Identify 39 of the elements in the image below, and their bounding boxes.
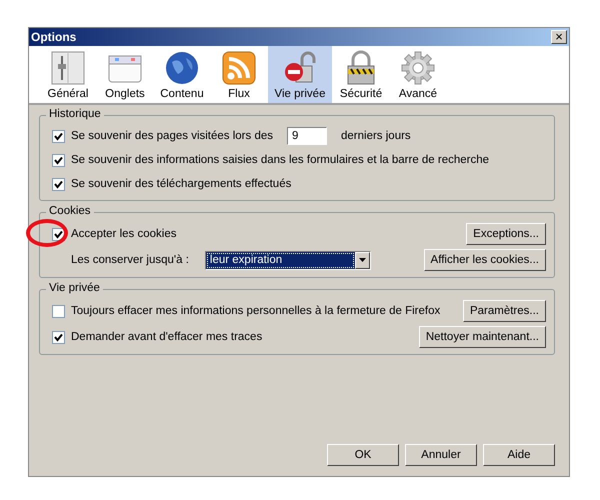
dropdown[interactable]: leur expiration xyxy=(204,250,371,270)
exceptions-button[interactable]: Exceptions... xyxy=(466,223,546,245)
toolbar-tab[interactable]: Flux xyxy=(211,46,267,103)
days-field[interactable]: 9 xyxy=(287,127,327,145)
checkbox-label: Se souvenir des pages visitées lors des xyxy=(71,130,273,142)
checkbox[interactable] xyxy=(52,178,65,190)
checkbox-label: Toujours effacer mes informations personnelles à la fermeture de Firefox xyxy=(71,305,440,317)
caret-icon xyxy=(358,258,366,262)
gear-icon xyxy=(400,50,436,86)
toolbar-tab[interactable]: Sécurité xyxy=(333,46,389,103)
toolbar-tab[interactable]: Onglets xyxy=(97,46,153,103)
group-title: Historique xyxy=(46,108,104,120)
checkbox-label: Se souvenir des informations saisies dans les formulaires et la barre de recherche xyxy=(71,154,490,166)
checkbox[interactable] xyxy=(52,154,65,166)
close-button[interactable]: × xyxy=(551,30,567,44)
checkbox[interactable] xyxy=(52,304,65,318)
sliders-icon xyxy=(50,50,86,86)
window-title: Options xyxy=(31,30,76,44)
checkbox-label: Demander avant d'effacer mes traces xyxy=(71,331,262,343)
checkbox-label: Se souvenir des téléchargements effectués xyxy=(71,178,292,190)
feed-icon xyxy=(221,50,257,86)
dialog-button[interactable]: Annuler xyxy=(405,444,477,466)
settings-button[interactable]: Nettoyer maintenant... xyxy=(418,326,546,348)
dialog-button[interactable]: Aide xyxy=(483,444,555,466)
show-cookies-button[interactable]: Afficher les cookies... xyxy=(424,249,546,271)
toolbar-tab[interactable]: Général xyxy=(40,46,96,103)
toolbar-tab[interactable]: Vie privée xyxy=(268,46,332,103)
settings-button[interactable]: Paramètres... xyxy=(462,300,546,322)
checkbox-label: Accepter les cookies xyxy=(71,228,176,240)
toolbar-tab[interactable]: Contenu xyxy=(154,46,210,103)
checkbox[interactable] xyxy=(52,330,65,344)
checkbox[interactable] xyxy=(52,130,65,142)
dialog-button[interactable]: OK xyxy=(327,444,399,466)
globe-icon xyxy=(164,50,200,86)
field-suffix: derniers jours xyxy=(341,130,411,142)
group-title: Cookies xyxy=(46,205,94,217)
dropdown-label: Les conserver jusqu'à : xyxy=(71,254,189,266)
toolbar-tab[interactable]: Avancé xyxy=(390,46,446,103)
group-title: Vie privée xyxy=(46,282,103,294)
